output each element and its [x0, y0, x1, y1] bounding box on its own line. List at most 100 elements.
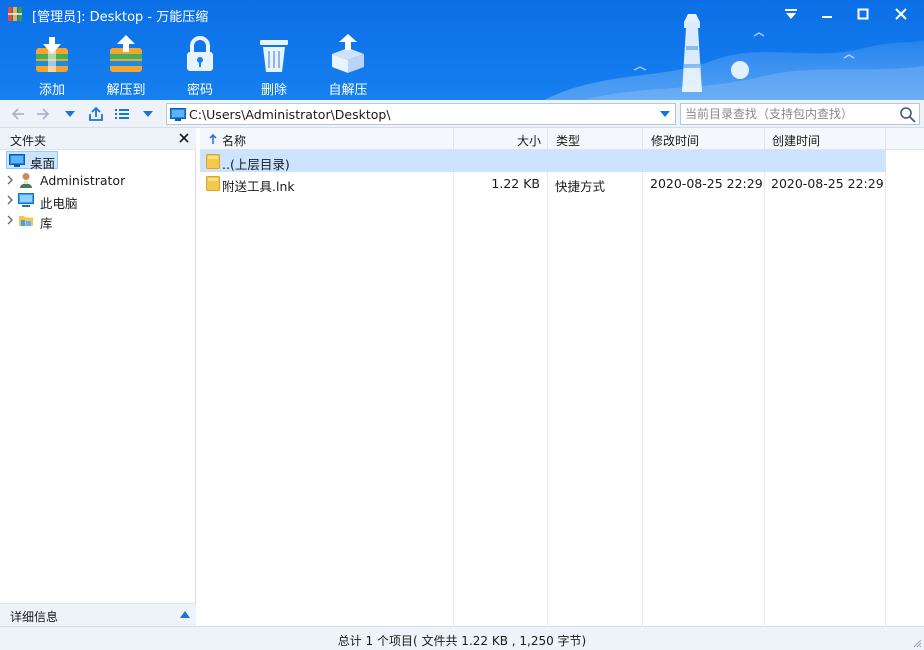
tree-item-label: Administrator — [40, 173, 126, 188]
trash-icon — [260, 40, 288, 72]
arrow-right-icon — [37, 108, 50, 120]
desktop-icon — [9, 154, 25, 167]
column-divider — [764, 150, 765, 626]
search-field[interactable] — [680, 103, 920, 125]
tree-item-label: 库 — [40, 216, 53, 231]
back-button[interactable] — [8, 104, 28, 124]
header-banner: [管理员]: Desktop - 万能压缩 添加 解压到 密码 删除 自解压 — [0, 0, 924, 100]
monitor-icon — [170, 108, 186, 121]
file-type: 快捷方式 — [555, 179, 606, 194]
file-name: ..(上层目录) — [222, 157, 290, 172]
path-field[interactable] — [166, 103, 676, 125]
self-extract-box-icon — [332, 34, 364, 73]
path-input[interactable] — [189, 105, 649, 123]
column-divider — [642, 150, 643, 626]
triangle-down-icon — [660, 111, 670, 117]
titlebar: [管理员]: Desktop - 万能压缩 — [0, 0, 924, 28]
delete-button-label: 删除 — [260, 83, 287, 98]
extract-icon — [110, 35, 142, 72]
close-icon — [179, 133, 189, 143]
sort-up-arrow-icon — [209, 134, 217, 144]
column-divider — [453, 150, 454, 626]
column-created-label: 创建时间 — [772, 134, 821, 148]
folder-up-icon — [89, 106, 103, 121]
column-name-label: 名称 — [222, 134, 247, 148]
chevron-right-icon[interactable] — [6, 215, 14, 225]
column-header-size[interactable]: 大小 — [454, 128, 548, 150]
path-dropdown-button[interactable] — [657, 106, 673, 122]
file-list: 名称 大小 类型 修改时间 创建时间 ..(上层目录) 附送工具.lnk 1.2… — [200, 128, 924, 626]
close-button[interactable] — [884, 2, 918, 26]
tree-item-administrator[interactable]: Administrator — [0, 170, 196, 190]
chevron-right-icon[interactable] — [6, 195, 14, 205]
history-dropdown-button[interactable] — [60, 104, 80, 124]
user-icon — [20, 173, 32, 188]
add-button-label: 添加 — [38, 83, 65, 98]
address-bar — [0, 100, 924, 128]
minimize-button[interactable] — [810, 2, 844, 26]
password-button-label: 密码 — [186, 83, 213, 98]
column-header-filler — [886, 128, 924, 150]
extract-button-label: 解压到 — [106, 83, 146, 98]
tree-item-this-pc[interactable]: 此电脑 — [0, 190, 196, 211]
lock-icon — [187, 36, 213, 71]
menu-dropdown-icon — [785, 9, 797, 19]
app-logo-icon — [8, 7, 22, 21]
computer-icon — [18, 193, 34, 207]
up-folder-button[interactable] — [86, 104, 106, 124]
file-name: 附送工具.lnk — [222, 179, 295, 194]
column-size-label: 大小 — [516, 134, 541, 148]
window-title: [管理员]: Desktop - 万能压缩 — [32, 10, 209, 25]
file-size: 1.22 KB — [491, 176, 540, 191]
close-pane-button[interactable] — [176, 130, 192, 146]
folder-icon — [206, 154, 220, 169]
table-row-parent-dir[interactable]: ..(上层目录) — [200, 150, 886, 172]
maximize-icon — [857, 8, 869, 20]
table-row-file[interactable]: 附送工具.lnk 1.22 KB 快捷方式 2020-08-25 22:29 2… — [200, 172, 886, 194]
triangle-down-icon — [65, 111, 75, 117]
column-header-name[interactable]: 名称 — [200, 128, 454, 150]
details-toggle[interactable]: 详细信息 — [0, 603, 196, 626]
triangle-up-icon — [180, 611, 190, 618]
view-dropdown-button[interactable] — [138, 104, 158, 124]
column-header-created[interactable]: 创建时间 — [765, 128, 886, 150]
column-header-type[interactable]: 类型 — [548, 128, 643, 150]
column-divider — [547, 150, 548, 626]
triangle-down-icon — [143, 111, 153, 117]
add-button[interactable]: 添加 — [17, 30, 87, 98]
details-label: 详细信息 — [10, 610, 59, 624]
shortcut-file-icon — [206, 176, 220, 191]
column-header-modified[interactable]: 修改时间 — [643, 128, 765, 150]
list-view-icon — [115, 109, 129, 119]
library-icon — [19, 216, 33, 226]
column-type-label: 类型 — [556, 134, 581, 148]
status-bar: 总计 1 个项目( 文件共 1.22 KB , 1,250 字节) — [0, 626, 924, 650]
file-created: 2020-08-25 22:29 — [771, 176, 884, 191]
chevron-right-icon[interactable] — [6, 175, 14, 185]
forward-button[interactable] — [33, 104, 53, 124]
search-input[interactable] — [685, 105, 895, 123]
folder-pane-header: 文件夹 — [0, 128, 196, 150]
column-modified-label: 修改时间 — [651, 134, 700, 148]
password-button[interactable]: 密码 — [165, 30, 235, 98]
tree-item-desktop[interactable]: 桌面 — [0, 150, 196, 171]
menu-dropdown-button[interactable] — [774, 2, 808, 26]
tree-item-library[interactable]: 库 — [0, 210, 196, 231]
column-divider — [885, 150, 886, 626]
self-extract-button[interactable]: 自解压 — [313, 30, 383, 98]
view-mode-button[interactable] — [112, 104, 132, 124]
search-icon[interactable] — [899, 106, 916, 123]
maximize-button[interactable] — [846, 2, 880, 26]
status-text: 总计 1 个项目( 文件共 1.22 KB , 1,250 字节) — [337, 634, 587, 648]
folder-pane-title: 文件夹 — [10, 134, 47, 148]
resize-grip-icon[interactable] — [912, 638, 922, 648]
delete-button[interactable]: 删除 — [239, 30, 309, 98]
file-modified: 2020-08-25 22:29 — [650, 176, 763, 191]
extract-button[interactable]: 解压到 — [91, 30, 161, 98]
minimize-icon — [822, 16, 832, 18]
self-extract-button-label: 自解压 — [328, 83, 368, 98]
arrow-left-icon — [11, 108, 24, 120]
add-archive-icon — [36, 37, 68, 72]
close-icon — [895, 8, 907, 20]
folder-tree-pane: 文件夹 桌面 Administrator 此电脑 库 详细信息 — [0, 128, 196, 626]
